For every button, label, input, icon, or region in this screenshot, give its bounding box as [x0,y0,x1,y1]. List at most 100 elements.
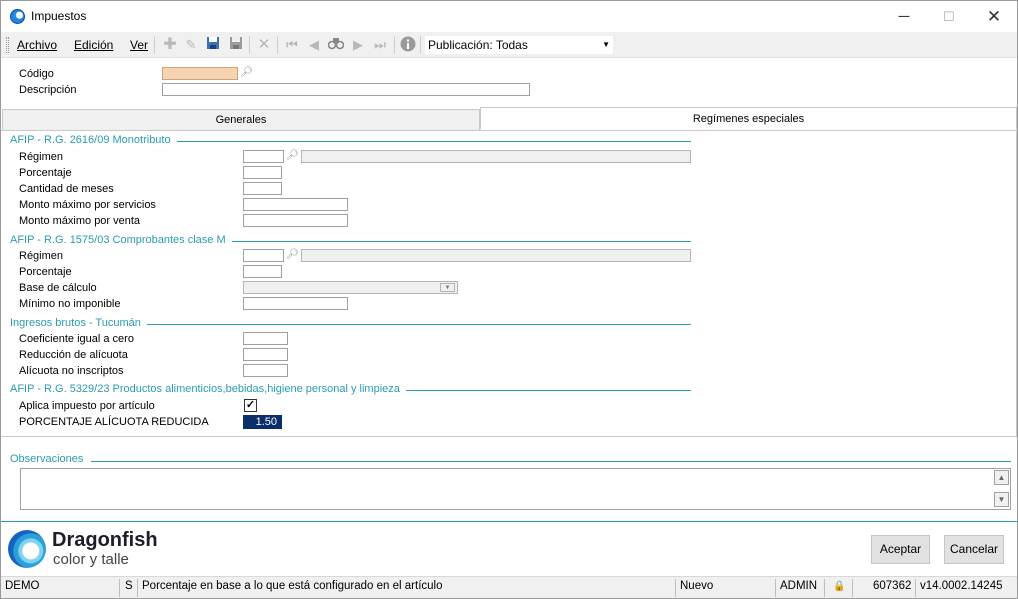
status-user: ADMIN [780,580,818,592]
porcentaje-reducida-label: PORCENTAJE ALÍCUOTA REDUCIDA [19,416,209,428]
status-message: Porcentaje en base a lo que está configu… [142,580,443,592]
base-calculo-select[interactable]: ▼ [243,281,458,294]
minimize-button[interactable]: ─ [881,1,927,32]
tab-generales[interactable]: Generales [2,109,480,131]
publicacion-select[interactable]: Publicación: Todas ▼ [424,35,614,55]
clase-m-regimen-description [301,249,691,262]
status-separator [675,579,676,597]
reduccion-alicuota-label: Reducción de alícuota [19,349,128,361]
find-icon[interactable] [327,36,345,54]
status-state: Nuevo [680,580,714,592]
toolbar-separator [420,36,421,54]
delete-icon[interactable]: ✕ [255,36,273,54]
section-tucuman-title: Ingresos brutos - Tucumán [10,317,147,329]
alicuota-no-inscriptos-input[interactable] [243,364,288,377]
toolbar-separator [277,36,278,54]
tab-regimenes-label: Regímenes especiales [692,113,805,125]
status-record-id: 607362 [873,580,912,592]
menu-edicion[interactable]: Edición [74,38,113,52]
monotributo-porcentaje-label: Porcentaje [19,167,72,179]
status-separator [119,579,120,597]
menu-ver[interactable]: Ver [130,38,148,52]
add-icon[interactable]: ✚ [161,36,179,54]
section-divider [393,390,691,391]
tab-generales-label: Generales [215,114,267,126]
impuestos-window: Impuestos ─ ☐ ✕ Archivo Edición Ver ✚ ✎ … [0,0,1018,599]
chevron-down-icon: ▼ [602,40,610,49]
chevron-down-icon: ▼ [440,283,455,292]
monto-venta-input[interactable] [243,214,348,227]
menu-archivo-label: Archivo [17,38,58,52]
section-monotributo-title: AFIP - R.G. 2616/09 Monotributo [10,134,177,146]
minimo-imponible-label: Mínimo no imponible [19,298,121,310]
section-clase-m-title: AFIP - R.G. 1575/03 Comprobantes clase M [10,234,232,246]
status-separator [824,579,825,597]
aceptar-button[interactable]: Aceptar [871,535,930,564]
info-icon[interactable] [399,36,417,54]
section-divider [223,241,691,242]
cantidad-meses-label: Cantidad de meses [19,183,114,195]
codigo-label: Código [19,68,54,80]
status-environment: DEMO [5,580,40,592]
cancelar-button[interactable]: Cancelar [944,535,1004,564]
codigo-input[interactable] [162,67,238,80]
section-divider [91,461,1011,462]
save-icon[interactable] [204,36,222,54]
section-divider [171,141,691,142]
publicacion-value: Publicación: Todas [428,38,528,52]
monto-servicios-label: Monto máximo por servicios [19,199,156,211]
app-icon [10,9,25,24]
window-title: Impuestos [31,9,87,23]
status-bar: DEMO S Porcentaje en base a lo que está … [1,576,1017,598]
codigo-lookup-icon[interactable]: 🔎︎ [239,67,254,80]
clase-m-porcentaje-input[interactable] [243,265,282,278]
tab-strip: Generales Regímenes especiales [1,107,1017,131]
monto-servicios-input[interactable] [243,198,348,211]
first-record-icon[interactable]: ⏮ [283,36,301,54]
scroll-up-button[interactable]: ▲ [994,470,1009,485]
cantidad-meses-input[interactable] [243,182,282,195]
descripcion-input[interactable] [162,83,530,96]
brand-tagline: color y talle [53,551,129,568]
minimo-imponible-input[interactable] [243,297,348,310]
monotributo-porcentaje-input[interactable] [243,166,282,179]
toolbar-separator [394,36,395,54]
clase-m-regimen-input[interactable] [243,249,284,262]
porcentaje-reducida-input[interactable]: 1.50 [243,415,282,429]
menu-edicion-label: Edición [74,38,114,52]
observaciones-textarea[interactable] [20,468,1011,510]
menu-archivo[interactable]: Archivo [17,38,57,52]
status-mode-flag: S [125,580,133,592]
aplica-impuesto-label: Aplica impuesto por artículo [19,400,155,412]
previous-record-icon[interactable]: ◀ [305,36,323,54]
monotributo-regimen-label: Régimen [19,151,64,163]
lock-icon: 🔒 [833,581,846,592]
monotributo-regimen-lookup-icon[interactable]: 🔎︎ [285,150,300,163]
observaciones-title: Observaciones [10,453,90,465]
dragonfish-logo [8,530,46,568]
monotributo-regimen-description [301,150,691,163]
aplica-impuesto-checkbox[interactable]: ✓ [244,399,257,412]
edit-icon[interactable]: ✎ [182,36,200,54]
scroll-down-button[interactable]: ▼ [994,492,1009,507]
close-button[interactable]: ✕ [971,1,1017,32]
menu-ver-label: Ver [130,38,149,52]
alicuota-no-inscriptos-label: Alícuota no inscriptos [19,365,124,377]
title-bar: Impuestos ─ ☐ ✕ [1,1,1017,32]
clase-m-regimen-lookup-icon[interactable]: 🔎︎ [285,249,300,262]
coeficiente-label: Coeficiente igual a cero [19,333,134,345]
save-as-icon[interactable] [227,36,245,54]
last-record-icon[interactable]: ⏭ [371,36,389,54]
descripcion-label: Descripción [19,84,77,96]
tab-regimenes-especiales[interactable]: Regímenes especiales [480,107,1017,130]
status-separator [775,579,776,597]
next-record-icon[interactable]: ▶ [349,36,367,54]
coeficiente-input[interactable] [243,332,288,345]
monotributo-regimen-input[interactable] [243,150,284,163]
status-separator [915,579,916,597]
maximize-button[interactable]: ☐ [926,1,972,32]
clase-m-regimen-label: Régimen [19,250,64,262]
footer-divider [1,521,1017,522]
reduccion-alicuota-input[interactable] [243,348,288,361]
toolbar-grip[interactable] [6,37,9,53]
